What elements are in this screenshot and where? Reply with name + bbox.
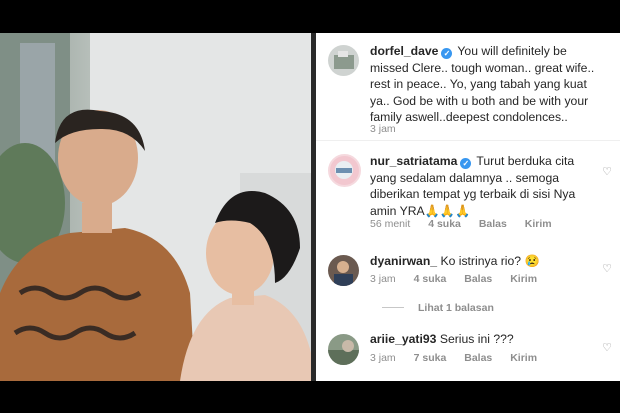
comment-time[interactable]: 56 menit (370, 218, 410, 230)
send-button[interactable]: Kirim (510, 352, 537, 364)
separator (316, 140, 620, 141)
heart-outline-icon[interactable]: ♡ (602, 165, 612, 178)
couple-photo (0, 33, 311, 381)
avatar[interactable] (328, 45, 359, 76)
reply-button[interactable]: Balas (464, 273, 492, 285)
heart-outline-icon[interactable]: ♡ (602, 262, 612, 275)
likes-count[interactable]: 7 suka (414, 352, 447, 364)
verified-badge-icon: ✓ (441, 48, 453, 59)
comment-meta: 56 menit 4 suka Balas Kirim (370, 218, 567, 230)
reply-button[interactable]: Balas (479, 218, 507, 230)
likes-count[interactable]: 4 suka (428, 218, 461, 230)
comment-username[interactable]: nur_satriatama (370, 154, 457, 168)
comments-panel[interactable]: dorfel_dave ✓ You will definitely be misse… (316, 33, 620, 381)
reply-button[interactable]: Balas (464, 352, 492, 364)
avatar[interactable] (328, 154, 361, 187)
comment-time[interactable]: 3 jam (370, 352, 396, 364)
comment-text: Serius ini ??? (439, 332, 514, 346)
comment-meta: 3 jam 4 suka Balas Kirim (370, 273, 552, 285)
comment-meta: 3 jam (370, 123, 411, 135)
comment-username[interactable]: dyanirwan_ (370, 254, 437, 268)
comment-username[interactable]: dorfel_dave (370, 44, 438, 58)
comment-meta: 3 jam 7 suka Balas Kirim (370, 352, 552, 364)
heart-outline-icon[interactable]: ♡ (602, 341, 612, 354)
view-replies-button[interactable]: Lihat 1 balasan (382, 302, 494, 314)
avatar[interactable] (328, 334, 359, 365)
comment-text: Ko istrinya rio? 😢 (440, 254, 540, 268)
comment-text-block: nur_satriatama ✓ Turut berduka cita yang s… (370, 153, 584, 219)
comment-text-block: dyanirwan_ Ko istrinya rio? 😢 (370, 253, 584, 270)
send-button[interactable]: Kirim (525, 218, 552, 230)
verified-badge-icon: ✓ (460, 158, 472, 169)
send-button[interactable]: Kirim (510, 273, 537, 285)
comment-time[interactable]: 3 jam (370, 273, 396, 285)
comment-text-block: ariie_yati93 Serius ini ??? (370, 331, 584, 348)
comment-text-block: dorfel_dave ✓ You will definitely be misse… (370, 43, 606, 126)
comment-username[interactable]: ariie_yati93 (370, 332, 436, 346)
view-replies-label[interactable]: Lihat 1 balasan (418, 302, 494, 314)
comment-time[interactable]: 3 jam (370, 123, 396, 135)
avatar[interactable] (328, 255, 359, 286)
likes-count[interactable]: 4 suka (414, 273, 447, 285)
replies-line (382, 307, 404, 308)
